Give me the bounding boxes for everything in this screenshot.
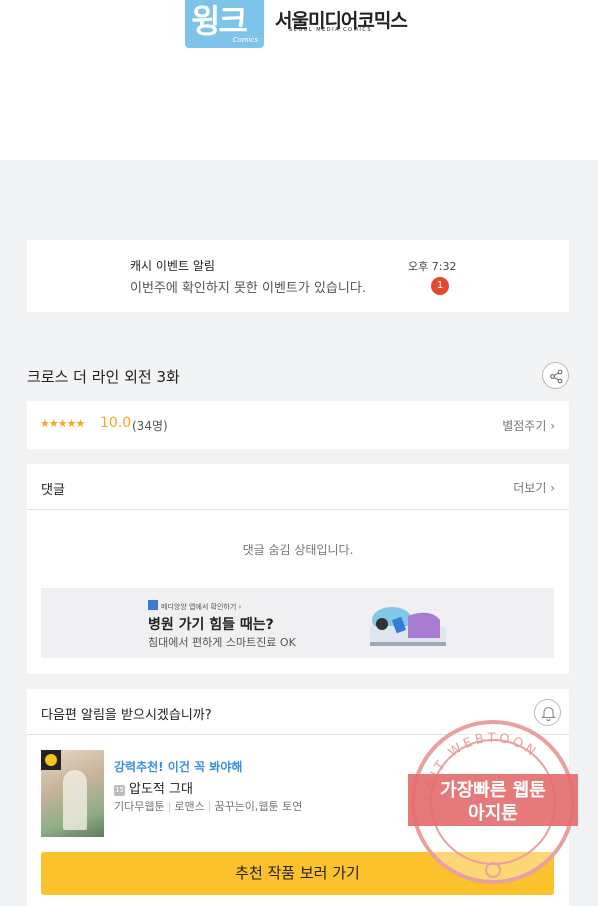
divider <box>27 734 569 735</box>
recommend-label: 강력추천! 이건 꼭 봐야해 <box>114 760 243 774</box>
notice-message: 이번주에 확인하지 못한 이벤트가 있습니다. <box>130 281 366 296</box>
tag-author: 꿈꾸는이,웹툰 토연 <box>214 800 303 813</box>
age-rating-badge: 15 <box>114 785 125 796</box>
bell-icon <box>541 706 556 721</box>
app-icon <box>148 600 158 610</box>
bed-phone-illustration <box>370 607 446 646</box>
rate-button[interactable]: 별점주기 › <box>502 417 555 434</box>
work-title[interactable]: 15 압도적 그대 <box>114 778 193 797</box>
rating-score: 10.0 <box>100 415 132 431</box>
header: 윙크 Comics 서울미디어코믹스 SEOUL MEDIA COMICS <box>0 0 598 160</box>
rating-count: (34명) <box>132 419 168 433</box>
tag-genre: 로맨스 <box>174 800 205 813</box>
comments-hidden-text: 댓글 숨김 상태입니다. <box>242 543 354 557</box>
brand-sub: SEOUL MEDIA COMICS <box>289 27 372 33</box>
recommended-thumbnail[interactable] <box>41 750 104 837</box>
divider <box>27 509 569 510</box>
ad-banner[interactable]: 메디앙앙 앱에서 확인하기 › 병원 가기 힘들 때는? 침대에서 편하게 스마… <box>41 588 554 658</box>
wait-free-badge <box>41 750 61 770</box>
clock-icon <box>45 754 57 766</box>
logo-sub: Comics <box>232 36 258 44</box>
notify-bell-button[interactable] <box>534 699 561 726</box>
notice-badge: 1 <box>431 277 449 295</box>
episode-title: 크로스 더 라인 외전 3화 <box>27 368 180 386</box>
share-button[interactable] <box>542 362 569 389</box>
ad-subtitle: 침대에서 편하게 스마트진료 OK <box>148 636 296 649</box>
recommended-works-button[interactable]: 추천 작품 보러 가기 <box>41 852 554 895</box>
cover-figure <box>63 770 87 830</box>
rating-stars: ★★★★★ <box>40 417 85 430</box>
notice-title: 캐시 이벤트 알림 <box>130 259 215 273</box>
notify-question: 다음편 알림을 받으시겠습니까? <box>41 708 212 723</box>
tag-type: 기다무웹툰 <box>114 800 165 813</box>
notice-time: 오후 7:32 <box>408 260 457 273</box>
cash-event-notice[interactable]: 캐시 이벤트 알림 이번주에 확인하지 못한 이벤트가 있습니다. 오후 7:3… <box>27 240 569 312</box>
work-meta: 기다무웹툰 | 로맨스 | 꿈꾸는이,웹툰 토연 <box>114 800 303 813</box>
share-icon <box>550 369 563 384</box>
rating-bar: ★★★★★ 10.0 (34명) 별점주기 › <box>27 401 569 449</box>
ad-title: 병원 가기 힘들 때는? <box>148 617 274 633</box>
ad-small-text: 메디앙앙 앱에서 확인하기 › <box>148 600 241 612</box>
comments-header: 댓글 <box>41 483 65 498</box>
comments-more-link[interactable]: 더보기 › <box>513 479 555 496</box>
next-episode-section: 다음편 알림을 받으시겠습니까? 강력추천! 이건 꼭 봐야해 15 압도적 그대… <box>27 689 569 906</box>
comments-section: 댓글 더보기 › 댓글 숨김 상태입니다. 메디앙앙 앱에서 확인하기 › 병원… <box>27 464 569 674</box>
wink-logo[interactable]: 윙크 Comics <box>185 0 264 48</box>
